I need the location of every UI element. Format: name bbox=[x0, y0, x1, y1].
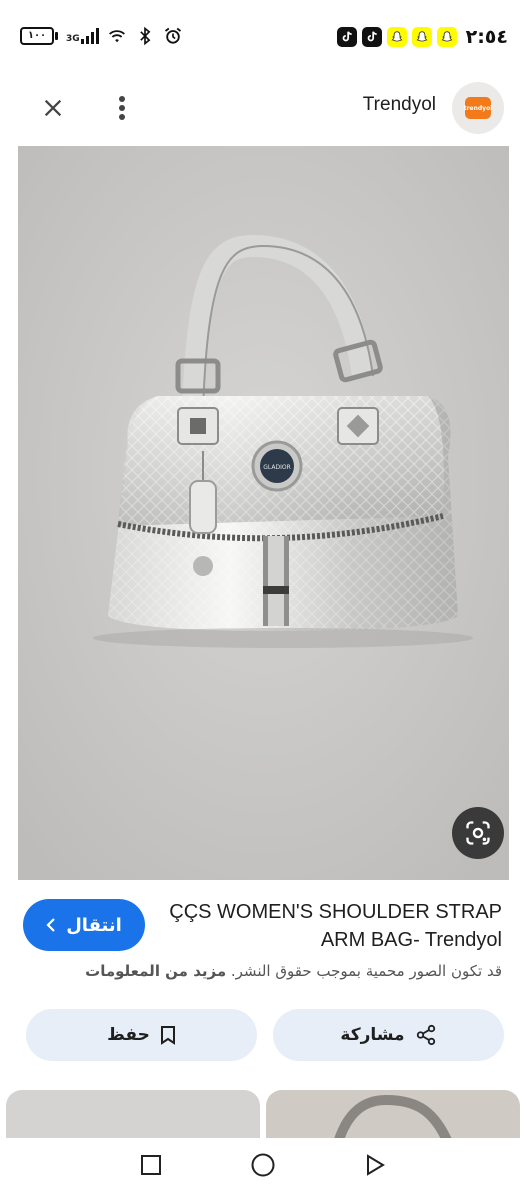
save-label: حفظ bbox=[107, 1025, 150, 1045]
battery-icon: ١٠٠ bbox=[20, 27, 58, 45]
badge-text: GLADIOR bbox=[263, 464, 291, 471]
snapchat-icon bbox=[386, 27, 407, 47]
copyright-text: قد تكون الصور محمية بموجب حقوق النشر. bbox=[230, 962, 502, 980]
product-image[interactable]: GLADIOR bbox=[18, 146, 509, 880]
visit-button[interactable]: انتقال bbox=[23, 899, 145, 951]
visit-label: انتقال bbox=[66, 914, 122, 936]
snapchat-icon bbox=[411, 27, 432, 47]
status-left: ١٠٠ 3G bbox=[20, 26, 183, 46]
network-type: 3G bbox=[66, 34, 80, 44]
share-label: مشاركة bbox=[340, 1025, 405, 1045]
page: ١٠٠ 3G ٢:٥٤ Trendyol trendyol GLADIOR ان… bbox=[0, 0, 526, 1193]
square-icon bbox=[141, 1155, 161, 1175]
trendyol-logo-icon: trendyol bbox=[464, 97, 492, 119]
home-button[interactable] bbox=[248, 1150, 278, 1180]
close-icon bbox=[44, 99, 62, 117]
status-right: ٢:٥٤ bbox=[336, 26, 508, 48]
more-vert-icon bbox=[119, 96, 125, 120]
share-icon bbox=[416, 1024, 435, 1046]
top-bar: Trendyol trendyol bbox=[0, 78, 526, 140]
lens-icon bbox=[466, 821, 490, 845]
triangle-back-icon bbox=[367, 1154, 385, 1176]
site-name[interactable]: Trendyol bbox=[363, 94, 436, 116]
google-lens-button[interactable] bbox=[452, 807, 504, 859]
recents-button[interactable] bbox=[136, 1150, 166, 1180]
tiktok-icon bbox=[336, 27, 357, 47]
chevron-left-icon bbox=[46, 918, 55, 932]
navigation-bar bbox=[0, 1138, 526, 1193]
bookmark-icon bbox=[160, 1026, 175, 1045]
share-button[interactable]: مشاركة bbox=[273, 1009, 504, 1061]
circle-icon bbox=[251, 1153, 275, 1177]
status-time: ٢:٥٤ bbox=[465, 26, 508, 48]
more-info-link[interactable]: مزيد من المعلومات bbox=[85, 962, 226, 980]
copyright-notice: قد تكون الصور محمية بموجب حقوق النشر. مز… bbox=[85, 962, 502, 980]
close-button[interactable] bbox=[36, 91, 70, 125]
wifi-icon bbox=[108, 30, 125, 43]
product-title[interactable]: ÇÇS WOMEN'S SHOULDER STRAP ARM BAG- Tren… bbox=[162, 898, 502, 954]
back-button[interactable] bbox=[360, 1150, 390, 1180]
alarm-icon bbox=[164, 27, 181, 44]
signal-icon: 3G bbox=[66, 28, 99, 44]
snapchat-icon bbox=[436, 27, 457, 47]
more-options-button[interactable] bbox=[108, 91, 136, 125]
save-button[interactable]: حفظ bbox=[26, 1009, 257, 1061]
battery-level: ١٠٠ bbox=[20, 27, 54, 45]
bluetooth-icon bbox=[139, 26, 151, 46]
status-bar: ١٠٠ 3G ٢:٥٤ bbox=[0, 0, 526, 78]
bag-illustration: GLADIOR bbox=[18, 146, 509, 880]
tiktok-icon bbox=[361, 27, 382, 47]
site-logo[interactable]: trendyol bbox=[452, 82, 504, 134]
